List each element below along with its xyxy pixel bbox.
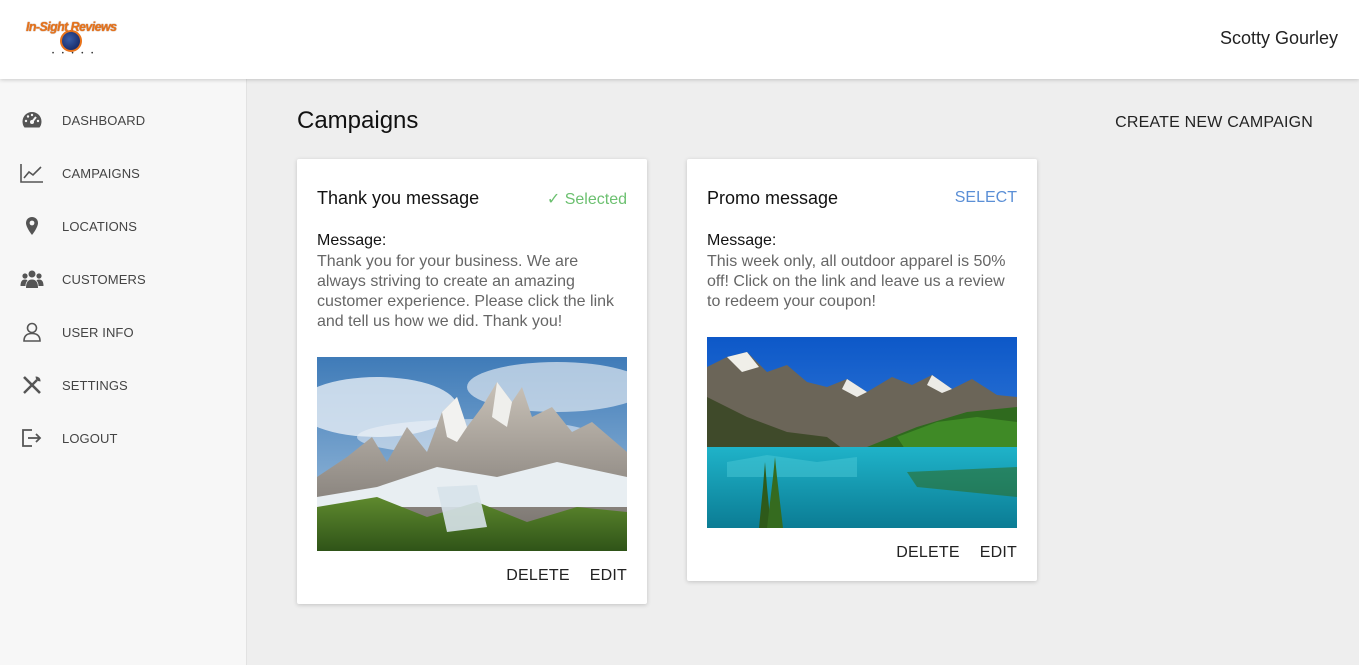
sidebar-item-label: LOCATIONS [62,218,138,234]
select-button[interactable]: SELECT [955,189,1017,207]
sidebar-item-customers[interactable]: CUSTOMERS [0,259,247,299]
edit-button[interactable]: EDIT [980,544,1017,562]
create-campaign-button[interactable]: CREATE NEW CAMPAIGN [1115,114,1313,132]
sidebar-item-settings[interactable]: SETTINGS [0,365,247,405]
sidebar-item-user-info[interactable]: USER INFO [0,312,247,352]
logout-icon [20,426,44,450]
sidebar-item-label: CAMPAIGNS [62,165,140,181]
tools-icon [20,373,44,397]
logo-text: In-Sight Reviews [26,20,117,34]
message-text: Thank you for your business. We are alwa… [317,253,615,330]
user-icon [20,320,44,344]
message-label: Message: [317,232,387,249]
campaign-card: Thank you message ✓ Selected Message: Th… [297,159,647,604]
message-text: This week only, all outdoor apparel is 5… [707,253,1006,310]
delete-button[interactable]: DELETE [896,544,959,562]
snowy-mountain-peaks-photo [317,357,627,551]
user-name[interactable]: Scotty Gourley [1220,28,1338,49]
campaign-title: Promo message [707,188,839,208]
app-logo[interactable]: In-Sight Reviews • • • • • [26,18,122,60]
sidebar-item-logout[interactable]: LOGOUT [0,418,247,458]
sidebar-item-campaigns[interactable]: CAMPAIGNS [0,153,247,193]
sidebar-item-dashboard[interactable]: DASHBOARD [0,100,247,140]
users-icon [20,267,44,291]
top-bar: In-Sight Reviews • • • • • Scotty Gourle… [0,0,1359,79]
main-content: Campaigns CREATE NEW CAMPAIGN Thank you … [248,79,1359,665]
campaign-card: Promo message SELECT Message: This week … [687,159,1037,581]
map-pin-icon [20,214,44,238]
edit-button[interactable]: EDIT [590,567,627,585]
card-actions: DELETE EDIT [896,544,1017,562]
line-chart-icon [20,161,44,185]
sidebar-item-locations[interactable]: LOCATIONS [0,206,247,246]
sidebar-item-label: USER INFO [62,324,134,340]
page-title: Campaigns [297,107,419,134]
sidebar-item-label: CUSTOMERS [62,271,146,287]
dashboard-gauge-icon [20,108,44,132]
message-label: Message: [707,232,777,249]
sidebar-item-label: DASHBOARD [62,112,146,128]
mountain-lake-forest-photo [707,337,1017,528]
campaign-title: Thank you message [317,188,480,208]
card-actions: DELETE EDIT [506,567,627,585]
logo-stars: • • • • • [52,51,97,57]
delete-button[interactable]: DELETE [506,567,569,585]
selected-status: ✓ Selected [546,191,627,208]
sidebar-item-label: SETTINGS [62,377,128,393]
sidebar-item-label: LOGOUT [62,430,118,446]
sidebar: DASHBOARD CAMPAIGNS LOCATIONS CUSTOMERS … [0,79,247,665]
